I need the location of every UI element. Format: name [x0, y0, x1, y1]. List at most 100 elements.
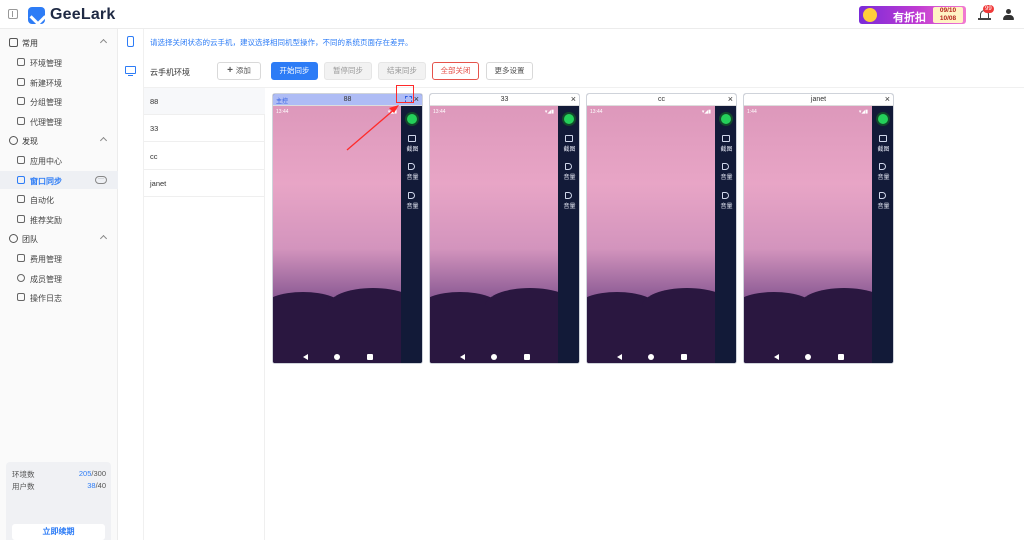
- volume-down-button[interactable]: 音量: [872, 192, 893, 212]
- close-icon[interactable]: ×: [414, 94, 419, 105]
- automation-icon: [17, 195, 25, 203]
- back-icon[interactable]: [774, 354, 779, 360]
- volume-down-label: 音量: [720, 204, 733, 210]
- screenshot-button[interactable]: 截图: [715, 135, 736, 155]
- env-list-item[interactable]: cc: [144, 143, 265, 170]
- android-nav-bar: [273, 352, 401, 362]
- env-list-item[interactable]: 88: [144, 88, 265, 115]
- home-button-icon[interactable]: [491, 354, 497, 360]
- more-settings-button[interactable]: 更多设置: [486, 62, 533, 80]
- phone-screen[interactable]: 13:44 ▾◢▮: [273, 106, 401, 363]
- phone-window[interactable]: 33 × 13:44 ▾◢▮ 截图 音量 音量: [429, 93, 580, 364]
- screenshot-icon: [408, 135, 416, 142]
- back-icon[interactable]: [617, 354, 622, 360]
- speaker-icon: [722, 163, 729, 170]
- volume-up-button[interactable]: 音量: [401, 163, 422, 183]
- recents-icon[interactable]: [838, 354, 844, 360]
- phone-window[interactable]: 主控 88 × 13:44 ▾◢▮ 截图 音量 音量: [272, 93, 423, 364]
- recents-icon[interactable]: [524, 354, 530, 360]
- volume-down-button[interactable]: 音量: [715, 192, 736, 212]
- divider: [144, 87, 1024, 88]
- pause-sync-button[interactable]: 暂停同步: [324, 62, 372, 80]
- speaker-icon: [565, 192, 572, 199]
- promo-date-line: 09/10: [939, 7, 957, 14]
- sidebar-item-proxy-manage[interactable]: 代理管理: [0, 112, 118, 130]
- screenshot-button[interactable]: 截图: [401, 135, 422, 155]
- volume-up-button[interactable]: 音量: [872, 163, 893, 183]
- recents-icon[interactable]: [367, 354, 373, 360]
- home-button-icon[interactable]: [334, 354, 340, 360]
- volume-down-button[interactable]: 音量: [401, 192, 422, 212]
- phone-screen[interactable]: 13:44 ▾◢▮: [430, 106, 558, 363]
- stop-sync-button[interactable]: 结束同步: [378, 62, 426, 80]
- screenshot-button[interactable]: 截图: [872, 135, 893, 155]
- nav-group-discover[interactable]: 发现: [0, 132, 118, 150]
- volume-up-button[interactable]: 音量: [558, 163, 579, 183]
- close-icon[interactable]: ×: [571, 94, 576, 105]
- add-button-label: 添加: [235, 66, 251, 75]
- phone-window-titlebar[interactable]: janet ×: [744, 94, 893, 106]
- sidebar-item-operation-log[interactable]: 操作日志: [0, 288, 118, 306]
- app-icon: [17, 156, 25, 164]
- monitor-icon[interactable]: [125, 66, 136, 77]
- user-icon[interactable]: [1003, 9, 1014, 21]
- more-icon[interactable]: ···: [95, 176, 107, 184]
- sidebar-item-label: 代理管理: [30, 118, 62, 127]
- back-icon[interactable]: [460, 354, 465, 360]
- promo-banner[interactable]: 有折扣 09/10 10/08: [859, 6, 966, 24]
- env-list-item[interactable]: janet: [144, 170, 265, 197]
- env-name: janet: [150, 179, 167, 188]
- phone-status-bar: 1:44 ▾◢▮: [744, 109, 872, 117]
- screenshot-label: 截图: [720, 147, 733, 153]
- close-icon[interactable]: ×: [728, 94, 733, 105]
- phone-window-title: janet: [810, 96, 827, 103]
- env-quota-label: 环境数: [12, 470, 35, 479]
- phone-screen[interactable]: 1:44 ▾◢▮: [744, 106, 872, 363]
- phone-window-title: cc: [658, 96, 665, 103]
- home-button-icon[interactable]: [805, 354, 811, 360]
- home-button-icon[interactable]: [648, 354, 654, 360]
- nav-group-common[interactable]: 常用: [0, 34, 118, 52]
- status-time: 13:44: [276, 109, 289, 115]
- volume-up-button[interactable]: 音量: [715, 163, 736, 183]
- start-sync-button[interactable]: 开始同步: [271, 62, 318, 80]
- back-icon[interactable]: [303, 354, 308, 360]
- sidebar-item-automation[interactable]: 自动化: [0, 190, 118, 208]
- sidebar-item-billing[interactable]: 费用管理: [0, 249, 118, 267]
- screenshot-button[interactable]: 截图: [558, 135, 579, 155]
- chevron-up-icon: [99, 234, 108, 243]
- phone-window-titlebar[interactable]: 33 ×: [430, 94, 579, 106]
- close-icon[interactable]: ×: [885, 94, 890, 105]
- geelark-logo-icon: [28, 6, 45, 24]
- sidebar-item-label: 操作日志: [30, 294, 62, 303]
- phone-status-bar: 13:44 ▾◢▮: [430, 109, 558, 117]
- phone-window[interactable]: janet × 1:44 ▾◢▮ 截图 音量 音量: [743, 93, 894, 364]
- sidebar-item-referral[interactable]: 推荐奖励: [0, 210, 118, 228]
- status-time: 13:44: [433, 109, 446, 115]
- sidebar-item-members[interactable]: 成员管理: [0, 269, 118, 287]
- sidebar-collapse-icon[interactable]: [8, 9, 18, 19]
- close-all-button[interactable]: 全部关闭: [432, 62, 479, 80]
- recents-icon[interactable]: [681, 354, 687, 360]
- chevron-up-icon: [99, 38, 108, 47]
- phone-window[interactable]: cc × 13:44 ▾◢▮ 截图 音量 音量: [586, 93, 737, 364]
- promo-dates: 09/10 10/08: [933, 7, 963, 23]
- volume-down-label: 音量: [563, 204, 576, 210]
- volume-down-button[interactable]: 音量: [558, 192, 579, 212]
- battery-icon: ▾◢▮: [387, 109, 397, 115]
- sidebar-item-window-sync[interactable]: 窗口同步 ···: [0, 171, 118, 189]
- sidebar-item-group-manage[interactable]: 分组管理: [0, 92, 118, 110]
- status-online-icon: [721, 114, 731, 124]
- sidebar-item-app-center[interactable]: 应用中心: [0, 151, 118, 169]
- renew-button[interactable]: 立即续期: [12, 524, 105, 540]
- add-button[interactable]: + 添加: [217, 62, 261, 80]
- phone-window-titlebar[interactable]: cc ×: [587, 94, 736, 106]
- env-list-item[interactable]: 33: [144, 115, 265, 142]
- phone-screen[interactable]: 13:44 ▾◢▮: [587, 106, 715, 363]
- sidebar-item-env-manage[interactable]: 环境管理: [0, 53, 118, 71]
- phone-icon[interactable]: [127, 36, 134, 47]
- sidebar-item-label: 窗口同步: [30, 177, 62, 186]
- nav-group-team[interactable]: 团队: [0, 230, 118, 248]
- volume-down-label: 音量: [406, 204, 419, 210]
- sidebar-item-new-env[interactable]: 新建环境: [0, 73, 118, 91]
